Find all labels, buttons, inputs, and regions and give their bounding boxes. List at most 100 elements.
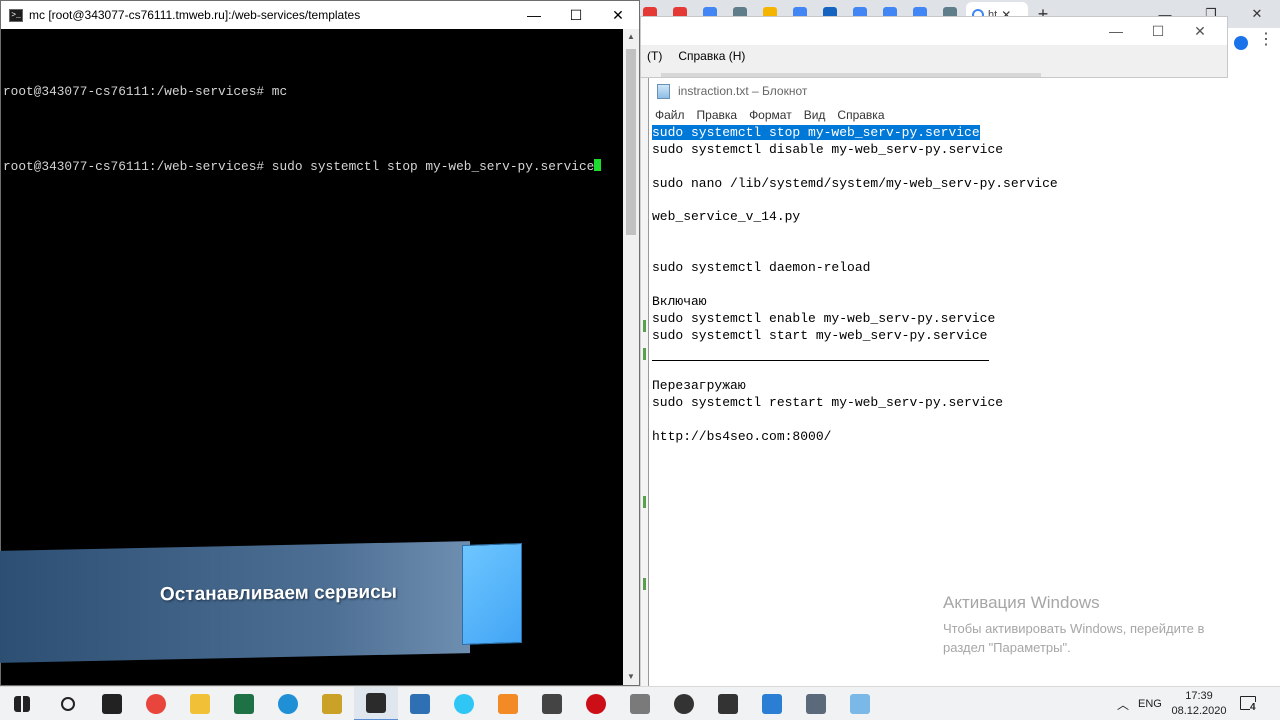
- opera-icon[interactable]: [574, 687, 618, 720]
- putty-icon[interactable]: [354, 687, 398, 720]
- clock[interactable]: 17:39 08.12.2020: [1170, 689, 1228, 719]
- file-manager-icon[interactable]: [310, 687, 354, 720]
- window-app-glyph: [542, 694, 562, 714]
- terminal-command: root@343077-cs76111:/web-services# sudo …: [3, 159, 595, 174]
- scroll-down-icon[interactable]: ▼: [623, 669, 639, 685]
- opera-glyph: [586, 694, 606, 714]
- more-menu-icon[interactable]: ⋮: [1258, 32, 1274, 48]
- bitrix24-icon[interactable]: [442, 687, 486, 720]
- background-app-window: — ☐ ✕ (Т) Справка (Н): [640, 16, 1228, 78]
- minimize-icon[interactable]: —: [1095, 17, 1137, 45]
- search-glyph: [61, 697, 75, 711]
- notepad-text-area[interactable]: sudo systemctl stop my-web_serv-py.servi…: [652, 125, 1280, 446]
- browser-extensions: ⋮: [1228, 28, 1280, 78]
- scrollbar-thumb[interactable]: [626, 49, 636, 235]
- close-icon[interactable]: ✕: [1179, 17, 1221, 45]
- notepad-glyph: [850, 694, 870, 714]
- terminal-title: mc [root@343077-cs76111.tmweb.ru]:/web-s…: [29, 8, 361, 22]
- window-app-icon[interactable]: [530, 687, 574, 720]
- notepad-line: [652, 277, 1280, 294]
- notepad-line: [652, 361, 1280, 378]
- minimize-icon[interactable]: —: [513, 1, 555, 29]
- maximize-icon[interactable]: ☐: [1137, 17, 1179, 45]
- taskbar: ︿ ENG 17:39 08.12.2020 4: [0, 686, 1280, 720]
- notepad-line: Включаю: [652, 293, 707, 309]
- windows-start-icon[interactable]: [0, 687, 44, 720]
- scroll-up-icon[interactable]: ▲: [623, 29, 639, 45]
- notepad-titlebar: instraction.txt – Блокнот: [649, 78, 1280, 104]
- notepad-line: [652, 243, 1280, 260]
- menu-item-file[interactable]: Файл: [655, 108, 685, 122]
- remote-desktop-icon[interactable]: [750, 687, 794, 720]
- chrome-icon[interactable]: [134, 687, 178, 720]
- video-caption-text: Останавливаем сервисы: [159, 581, 398, 606]
- network-tool-icon[interactable]: [398, 687, 442, 720]
- background-app-menu: (Т) Справка (Н): [641, 45, 1227, 67]
- excel-icon[interactable]: [222, 687, 266, 720]
- edge-glyph: [278, 694, 298, 714]
- notepad-line: [652, 345, 989, 362]
- terminal-line-current: root@343077-cs76111:/web-services# sudo …: [3, 154, 602, 179]
- search-icon[interactable]: [46, 687, 90, 720]
- database-glyph: [630, 694, 650, 714]
- network-drive-icon[interactable]: [794, 687, 838, 720]
- close-icon[interactable]: ✕: [1234, 0, 1280, 28]
- menu-item-help[interactable]: Справка: [837, 108, 884, 122]
- network-drive-glyph: [806, 694, 826, 714]
- language-indicator[interactable]: ENG: [1138, 687, 1162, 720]
- notepad-icon: [657, 83, 670, 99]
- chevron-up-icon[interactable]: ︿: [1114, 687, 1132, 720]
- settings-glyph: [718, 694, 738, 714]
- putty-icon: >_: [9, 8, 23, 22]
- background-app-edge: [640, 78, 648, 686]
- task-view-icon[interactable]: [90, 687, 134, 720]
- maximize-icon[interactable]: ☐: [555, 1, 597, 29]
- task-view-glyph: [102, 694, 122, 714]
- menu-item-view[interactable]: Вид: [804, 108, 826, 122]
- obs-glyph: [674, 694, 694, 714]
- notification-center-icon[interactable]: 4: [1240, 694, 1260, 714]
- windows-start-glyph: [14, 696, 30, 712]
- divider: [661, 73, 1041, 77]
- menu-item-edit[interactable]: Правка: [697, 108, 738, 122]
- notepad-line: sudo systemctl daemon-reload: [652, 260, 871, 276]
- bitrix24-glyph: [454, 694, 474, 714]
- database-icon[interactable]: [618, 687, 662, 720]
- obs-icon[interactable]: [662, 687, 706, 720]
- terminal-titlebar: >_ mc [root@343077-cs76111.tmweb.ru]:/we…: [1, 1, 639, 29]
- excel-glyph: [234, 694, 254, 714]
- notepad-line: sudo systemctl start my-web_serv-py.serv…: [652, 327, 988, 343]
- notepad-menu: Файл Правка Формат Вид Справка: [649, 104, 1280, 126]
- settings-icon[interactable]: [706, 687, 750, 720]
- notepad-line: web_service_v_14.py: [652, 209, 801, 225]
- clock-time: 17:39: [1185, 690, 1213, 702]
- windows-activation-watermark: Активация Windows Чтобы активировать Win…: [943, 593, 1243, 657]
- clock-date: 08.12.2020: [1171, 705, 1227, 717]
- notepad-line: [652, 412, 1280, 429]
- notepad-line: sudo nano /lib/systemd/system/my-web_ser…: [652, 175, 1058, 191]
- notepad-line: sudo systemctl disable my-web_serv-py.se…: [652, 141, 1004, 157]
- sublime-text-glyph: [498, 694, 518, 714]
- file-explorer-icon[interactable]: [178, 687, 222, 720]
- notification-count: 4: [1250, 702, 1256, 713]
- notepad-line: sudo systemctl restart my-web_serv-py.se…: [652, 395, 1004, 411]
- google-account-icon[interactable]: [1234, 36, 1248, 50]
- menu-item-format[interactable]: Формат: [749, 108, 792, 122]
- notepad-line-selected: sudo systemctl stop my-web_serv-py.servi…: [652, 125, 980, 140]
- remote-desktop-glyph: [762, 694, 782, 714]
- edge-icon[interactable]: [266, 687, 310, 720]
- activation-title: Активация Windows: [943, 593, 1100, 612]
- notepad-line: http://bs4seo.com:8000/: [652, 429, 832, 445]
- terminal-cursor: [594, 159, 602, 171]
- notepad-line: [652, 193, 1280, 210]
- notepad-icon[interactable]: [838, 687, 882, 720]
- close-icon[interactable]: ✕: [597, 1, 639, 29]
- terminal-scrollbar[interactable]: ▲ ▼: [623, 29, 639, 685]
- caption-accent-box: [462, 542, 522, 646]
- sublime-text-icon[interactable]: [486, 687, 530, 720]
- notepad-title: instraction.txt – Блокнот: [678, 84, 808, 98]
- menu-item-help[interactable]: Справка (Н): [678, 49, 745, 63]
- background-app-titlebar: — ☐ ✕: [641, 17, 1227, 45]
- notepad-line: [652, 226, 1280, 243]
- menu-item-t[interactable]: (Т): [647, 49, 662, 63]
